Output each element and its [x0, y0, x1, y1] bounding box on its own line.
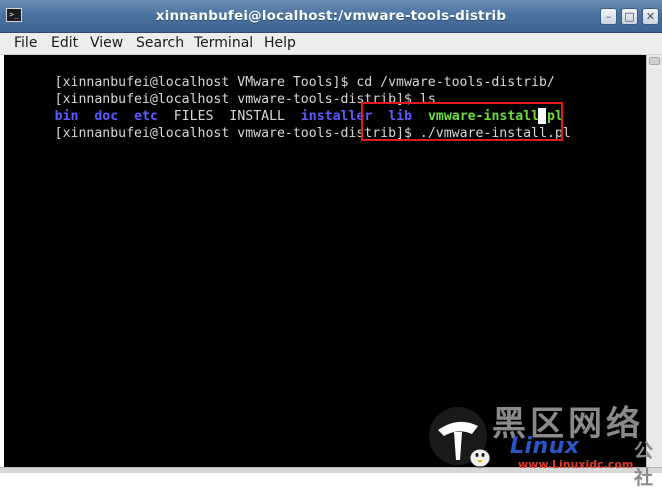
close-icon: ✕: [645, 10, 656, 23]
close-button[interactable]: ✕: [642, 8, 659, 25]
menu-terminal[interactable]: Terminal: [194, 35, 253, 51]
menu-bar: File Edit View Search Terminal Help: [0, 33, 662, 55]
watermark-brand-text: Linux: [510, 434, 580, 459]
terminal-window: >_ xinnanbufei@localhost:/vmware-tools-d…: [0, 0, 662, 489]
menu-edit[interactable]: Edit: [51, 35, 78, 51]
watermark-brand: Linux: [510, 436, 580, 458]
scrollbar-thumb[interactable]: [649, 57, 660, 65]
minimize-icon: –: [605, 10, 612, 23]
menu-view[interactable]: View: [90, 35, 123, 51]
menu-file[interactable]: File: [14, 35, 37, 51]
watermark: 黑区网络 Linux 公社 www.Linuxidc.com: [428, 404, 662, 489]
tux-logo-icon: [429, 407, 491, 468]
maximize-icon: □: [624, 10, 635, 23]
window-title: xinnanbufei@localhost:/vmware-tools-dist…: [155, 8, 507, 24]
title-bar[interactable]: >_ xinnanbufei@localhost:/vmware-tools-d…: [0, 0, 662, 33]
watermark-url: www.Linuxidc.com: [518, 458, 634, 471]
watermark-suffix: 公社: [634, 440, 654, 489]
minimize-button[interactable]: –: [600, 8, 617, 25]
maximize-button[interactable]: □: [621, 8, 638, 25]
annotation-highlight-box: [361, 102, 563, 141]
menu-search[interactable]: Search: [136, 35, 184, 51]
menu-help[interactable]: Help: [264, 35, 296, 51]
